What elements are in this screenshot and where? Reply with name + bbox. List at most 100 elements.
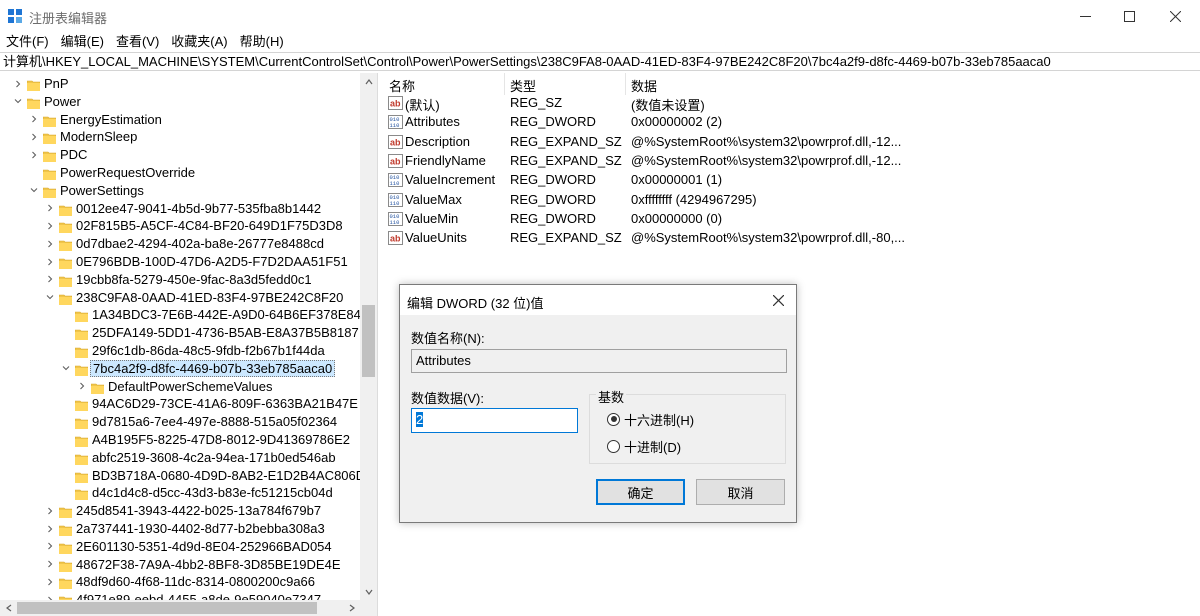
tree-item-label: 1A34BDC3-7E6B-442E-A9D0-64B6EF378E84 (92, 307, 360, 323)
tree-item[interactable]: Power (0, 93, 360, 111)
tree-item[interactable]: 0d7dbae2-4294-402a-ba8e-26777e8488cd (0, 235, 360, 253)
tree-item[interactable]: 25DFA149-5DD1-4736-B5AB-E8A37B5B8187 (0, 324, 360, 342)
chevron-right-icon[interactable] (12, 75, 24, 92)
chevron-right-icon[interactable] (44, 271, 56, 288)
chevron-down-icon[interactable] (60, 360, 72, 377)
column-header-data[interactable]: 数据 (631, 76, 657, 94)
column-divider[interactable] (625, 73, 626, 95)
chevron-down-icon[interactable] (12, 93, 24, 110)
column-divider[interactable] (504, 73, 505, 95)
value-row[interactable]: 010 110 ValueMax REG_DWORD 0xffffffff (42949… (384, 191, 1200, 210)
value-row[interactable]: ab ValueUnits REG_EXPAND_SZ @%SystemRoot%\s… (384, 229, 1200, 248)
tree-item-label: 0E796BDB-100D-47D6-A2D5-F7D2DAA51F51 (76, 254, 348, 269)
chevron-down-icon[interactable] (28, 182, 40, 199)
chevron-right-icon[interactable] (76, 378, 88, 395)
tree-item[interactable]: PnP (0, 75, 360, 93)
tree-item[interactable]: DefaultPowerSchemeValues (0, 378, 360, 396)
radio-hex-indicator[interactable] (607, 412, 620, 426)
chevron-right-icon[interactable] (44, 235, 56, 252)
menu-view[interactable]: 查看(V) (110, 32, 165, 52)
tree-item[interactable]: 0E796BDB-100D-47D6-A2D5-F7D2DAA51F51 (0, 253, 360, 271)
tree-item[interactable]: abfc2519-3608-4c2a-94ea-171b0ed546ab (0, 449, 360, 467)
value-data-cell: 0xffffffff (4294967295) (631, 191, 757, 207)
menu-edit[interactable]: 编辑(E) (55, 32, 110, 52)
tree-item[interactable]: PowerRequestOverride (0, 164, 360, 182)
value-data-input[interactable]: 2 (411, 408, 578, 433)
tree-item[interactable]: 0012ee47-9041-4b5d-9b77-535fba8b1442 (0, 200, 360, 218)
value-row[interactable]: ab FriendlyName REG_EXPAND_SZ @%SystemRoot%… (384, 152, 1200, 171)
value-row[interactable]: ab Description REG_EXPAND_SZ @%SystemRoot%\… (384, 133, 1200, 152)
chevron-right-icon[interactable] (44, 538, 56, 555)
tree-item[interactable]: 4f971e89-eebd-4455-a8de-9e59040e7347 (0, 591, 360, 600)
tree-item[interactable]: 9d7815a6-7ee4-497e-8888-515a05f02364 (0, 413, 360, 431)
binary-value-icon: 010 110 (388, 211, 403, 226)
chevron-right-icon[interactable] (44, 591, 56, 600)
tree-vertical-scrollbar[interactable] (360, 73, 377, 600)
tree-item[interactable]: BD3B718A-0680-4D9D-8AB2-E1D2B4AC806D (0, 467, 360, 485)
close-button[interactable] (1152, 0, 1198, 32)
tree-vertical-scroll-thumb[interactable] (362, 305, 375, 377)
radio-hexadecimal[interactable]: 十六进制(H) (607, 410, 694, 428)
radio-dec-indicator[interactable] (607, 439, 620, 453)
tree-item[interactable]: 7bc4a2f9-d8fc-4469-b07b-33eb785aaca0 (0, 359, 360, 378)
ok-button[interactable]: 确定 (596, 479, 685, 505)
string-value-icon: ab (388, 231, 403, 246)
minimize-button[interactable] (1062, 0, 1108, 32)
chevron-down-icon[interactable] (44, 289, 56, 306)
tree-item[interactable]: 94AC6D29-73CE-41A6-809F-6363BA21B47E (0, 395, 360, 413)
tree-item[interactable]: 29f6c1db-86da-48c5-9fdb-f2b67b1f44da (0, 342, 360, 360)
folder-icon (74, 363, 89, 377)
chevron-right-icon[interactable] (44, 520, 56, 537)
tree-item[interactable]: 48672F38-7A9A-4bb2-8BF8-3D85BE19DE4E (0, 556, 360, 574)
tree-horizontal-scrollbar[interactable] (0, 600, 360, 616)
chevron-right-icon[interactable] (44, 556, 56, 573)
cancel-button[interactable]: 取消 (696, 479, 785, 505)
dialog-close-button[interactable] (766, 290, 790, 310)
chevron-right-icon[interactable] (44, 200, 56, 217)
tree-item[interactable]: ModernSleep (0, 128, 360, 146)
address-bar[interactable]: 计算机\HKEY_LOCAL_MACHINE\SYSTEM\CurrentCon… (0, 52, 1200, 71)
tree-item[interactable]: 02F815B5-A5CF-4C84-BF20-649D1F75D3D8 (0, 217, 360, 235)
chevron-right-icon[interactable] (44, 217, 56, 234)
tree-item[interactable]: d4c1d4c8-d5cc-43d3-b83e-fc51215cb04d (0, 484, 360, 502)
scroll-up-icon[interactable] (360, 73, 377, 90)
menu-file[interactable]: 文件(F) (0, 32, 55, 52)
folder-icon (74, 309, 89, 323)
tree-item-label: abfc2519-3608-4c2a-94ea-171b0ed546ab (92, 449, 336, 465)
value-row[interactable]: ab (默认) REG_SZ (数值未设置) (384, 94, 1200, 113)
chevron-right-icon[interactable] (28, 128, 40, 145)
tree-item[interactable]: EnergyEstimation (0, 111, 360, 129)
tree-item[interactable]: 2a737441-1930-4402-8d77-b2bebba308a3 (0, 520, 360, 538)
tree-item[interactable]: 245d8541-3943-4422-b025-13a784f679b7 (0, 502, 360, 520)
scroll-left-icon[interactable] (0, 600, 17, 616)
value-row[interactable]: 010 110 ValueIncrement REG_DWORD 0x00000001 … (384, 171, 1200, 190)
scroll-right-icon[interactable] (343, 600, 360, 616)
value-data-cell: 0x00000002 (2) (631, 114, 723, 130)
value-name-field: Attributes (411, 349, 787, 373)
value-row[interactable]: 010 110 Attributes REG_DWORD 0x00000002 (2) (384, 113, 1200, 132)
tree-item[interactable]: PDC (0, 146, 360, 164)
scroll-down-icon[interactable] (360, 583, 377, 600)
column-header-name[interactable]: 名称 (389, 76, 415, 94)
tree-item[interactable]: PowerSettings (0, 182, 360, 200)
tree-item[interactable]: 2E601130-5351-4d9d-8E04-252966BAD054 (0, 538, 360, 556)
value-row[interactable]: 010 110 ValueMin REG_DWORD 0x00000000 (0) (384, 210, 1200, 229)
chevron-right-icon[interactable] (28, 146, 40, 163)
menu-favorites[interactable]: 收藏夹(A) (165, 32, 233, 52)
tree-horizontal-scroll-thumb[interactable] (17, 602, 317, 614)
menu-bar: 文件(F) 编辑(E) 查看(V) 收藏夹(A) 帮助(H) (0, 32, 290, 52)
tree-item[interactable]: 1A34BDC3-7E6B-442E-A9D0-64B6EF378E84 (0, 306, 360, 324)
chevron-right-icon[interactable] (44, 573, 56, 590)
menu-help[interactable]: 帮助(H) (234, 32, 290, 52)
svg-text:110: 110 (390, 122, 400, 129)
radio-decimal[interactable]: 十进制(D) (607, 437, 681, 455)
chevron-right-icon[interactable] (44, 502, 56, 519)
column-header-type[interactable]: 类型 (510, 76, 536, 94)
tree-item[interactable]: 238C9FA8-0AAD-41ED-83F4-97BE242C8F20 (0, 289, 360, 307)
chevron-right-icon[interactable] (28, 111, 40, 128)
tree-item[interactable]: A4B195F5-8225-47D8-8012-9D41369786E2 (0, 431, 360, 449)
maximize-button[interactable] (1106, 0, 1152, 32)
tree-item[interactable]: 48df9d60-4f68-11dc-8314-0800200c9a66 (0, 573, 360, 591)
tree-item[interactable]: 19cbb8fa-5279-450e-9fac-8a3d5fedd0c1 (0, 271, 360, 289)
chevron-right-icon[interactable] (44, 253, 56, 270)
